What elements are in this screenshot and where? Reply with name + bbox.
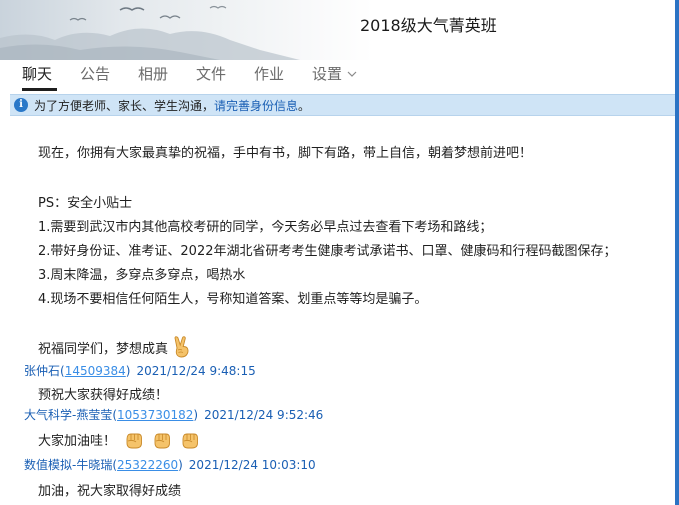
message-meta: 大气科学-燕莹莹(1053730182) 2021/12/24 9:52:46	[24, 408, 324, 422]
sender-qq-link[interactable]: 1053730182	[117, 408, 193, 422]
complete-identity-link[interactable]: 请完善身份信息	[214, 99, 298, 113]
chevron-down-icon	[347, 71, 357, 77]
announcement-line: 3.周末降温，多穿点多穿点，喝热水	[38, 268, 246, 283]
fist-icon	[154, 433, 170, 449]
active-tab-indicator	[22, 88, 57, 91]
message-text-content: 大家加油哇！	[38, 434, 117, 449]
tab-files[interactable]: 文件	[196, 63, 226, 84]
message-time: 2021/12/24 9:48:15	[136, 364, 256, 378]
tab-settings-label: 设置	[312, 65, 343, 83]
sender-name[interactable]: 张仲石	[24, 364, 60, 378]
message-text: 大家加油哇！	[38, 430, 200, 450]
sender-name[interactable]: 数值模拟-牛晓瑞	[24, 458, 112, 472]
fist-icon	[182, 433, 198, 449]
message-time: 2021/12/24 9:52:46	[204, 408, 324, 422]
victory-hand-icon	[174, 336, 189, 358]
header-scenery-image	[0, 5, 300, 60]
message-time: 2021/12/24 10:03:10	[188, 458, 316, 472]
sender-qq-link[interactable]: 25322260	[117, 458, 178, 472]
tab-bar: 聊天 公告 相册 文件 作业 设置	[0, 60, 675, 92]
announcement-line: 现在，你拥有大家最真挚的祝福，手中有书，脚下有路，带上自信，朝着梦想前进吧！	[38, 146, 533, 161]
announcement-line: PS：安全小贴士	[38, 196, 133, 211]
message-meta: 数值模拟-牛晓瑞(25322260) 2021/12/24 10:03:10	[24, 458, 316, 472]
message-text: 预祝大家获得好成绩！	[38, 388, 169, 403]
tab-settings[interactable]: 设置	[312, 63, 357, 84]
notice-suffix: 。	[298, 99, 311, 113]
announcement-line: 2.带好身份证、准考证、2022年湖北省研考考生健康考试承诺书、口罩、健康码和行…	[38, 244, 617, 259]
window-edge-scrollbar[interactable]	[675, 0, 679, 505]
message-text: 加油，祝大家取得好成绩	[38, 484, 182, 499]
announcement-line: 祝福同学们，梦想成真	[38, 336, 192, 358]
sender-qq-link[interactable]: 14509384	[65, 364, 126, 378]
tab-announcement[interactable]: 公告	[80, 63, 110, 84]
tab-album[interactable]: 相册	[138, 63, 168, 84]
tab-homework[interactable]: 作业	[254, 63, 284, 84]
announcement-line: 1.需要到武汉市内其他高校考研的同学，今天务必早点过去查看下考场和路线；	[38, 220, 493, 235]
group-title: 2018级大气菁英班	[360, 16, 497, 35]
announcement-line: 4.现场不要相信任何陌生人，号称知道答案、划重点等等均是骗子。	[38, 292, 428, 307]
message-meta: 张仲石(14509384) 2021/12/24 9:48:15	[24, 364, 256, 378]
group-chat-window: 2018级大气菁英班 聊天 公告 相册 文件 作业 设置 i 为了方便老师、家长…	[0, 0, 679, 505]
blessing-text: 祝福同学们，梦想成真	[38, 342, 169, 357]
info-icon: i	[14, 98, 28, 112]
notice-message: 为了方便老师、家长、学生沟通，	[34, 99, 215, 113]
fist-icon	[126, 433, 142, 449]
sender-name[interactable]: 大气科学-燕莹莹	[24, 408, 112, 422]
notice-text: 为了方便老师、家长、学生沟通，请完善身份信息。	[34, 97, 310, 114]
notice-bar: i 为了方便老师、家长、学生沟通，请完善身份信息。	[10, 94, 675, 116]
tab-chat[interactable]: 聊天	[22, 63, 52, 84]
